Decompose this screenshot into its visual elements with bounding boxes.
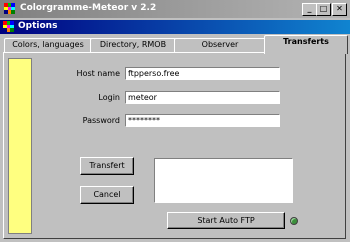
options-title-bar[interactable]: Options: [0, 20, 350, 34]
password-label: Password: [82, 116, 120, 125]
transfert-button[interactable]: Transfert: [80, 157, 134, 175]
login-input[interactable]: [125, 91, 280, 104]
host-name-input[interactable]: [125, 67, 280, 80]
tab-directory-rmob[interactable]: Directory, RMOB: [90, 38, 176, 53]
status-led-icon: [290, 217, 298, 225]
transfer-log-textarea[interactable]: [154, 158, 293, 203]
transferts-panel: [3, 52, 346, 239]
maximize-button[interactable]: □: [316, 3, 331, 16]
password-input[interactable]: [125, 114, 280, 127]
options-title: Options: [18, 21, 58, 31]
options-app-icon: [3, 21, 14, 32]
host-name-label: Host name: [76, 69, 120, 78]
tab-transferts[interactable]: Transferts: [264, 35, 348, 54]
main-title-bar[interactable]: Colorgramme-Meteor v 2.2 _ □ ✕: [0, 0, 350, 18]
app-icon: [4, 3, 15, 14]
tab-observer[interactable]: Observer: [174, 38, 266, 53]
close-button[interactable]: ✕: [332, 3, 347, 16]
tab-colors-languages[interactable]: Colors, languages: [4, 38, 92, 53]
cancel-button[interactable]: Cancel: [80, 186, 134, 204]
yellow-sidebar-strip: [8, 58, 32, 234]
minimize-button[interactable]: _: [302, 3, 317, 16]
start-auto-ftp-button[interactable]: Start Auto FTP: [167, 212, 285, 229]
login-label: Login: [98, 93, 120, 102]
main-window-title: Colorgramme-Meteor v 2.2: [20, 3, 157, 13]
